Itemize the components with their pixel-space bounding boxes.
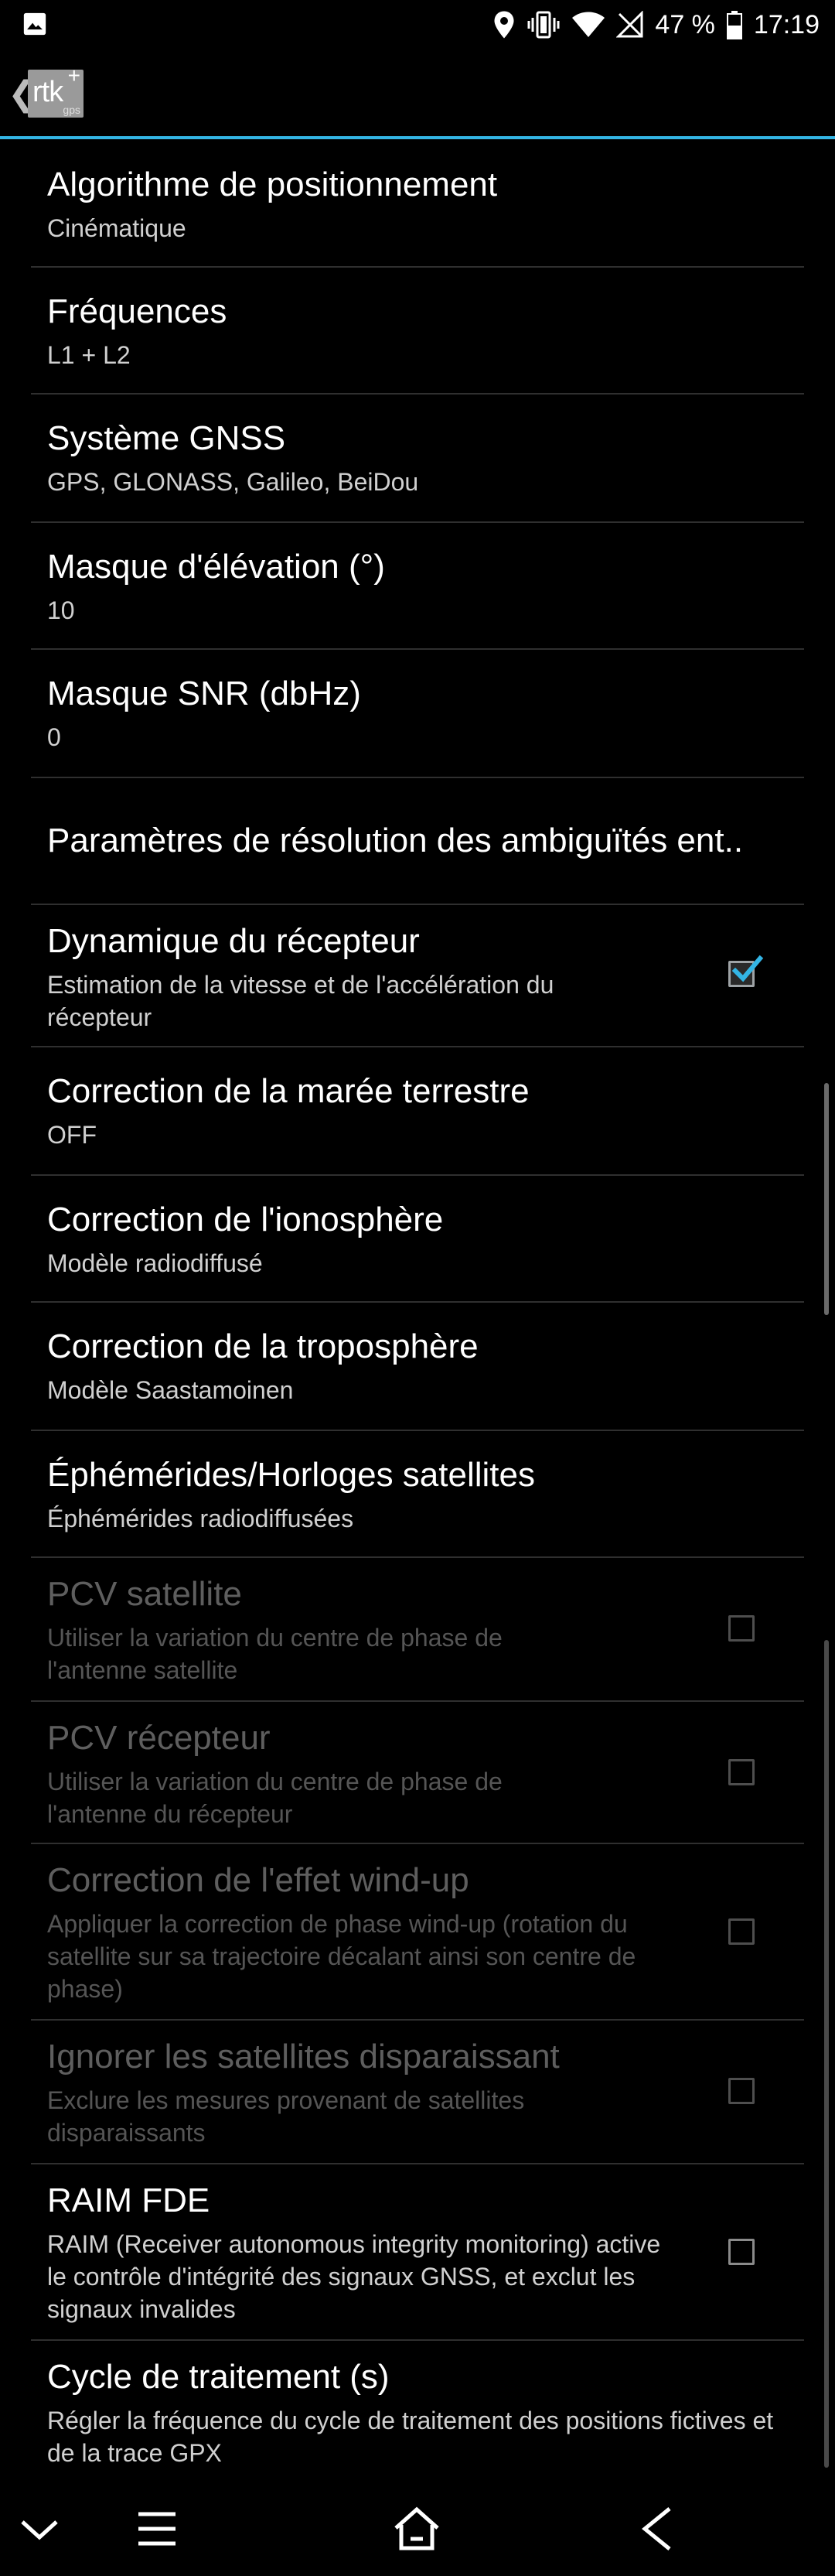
ignore-satellites-checkbox — [728, 2078, 755, 2104]
collapse-nav-button[interactable] — [12, 2502, 66, 2556]
logo-plus: + — [67, 63, 80, 87]
setting-title: Dynamique du récepteur — [47, 922, 420, 960]
image-icon — [23, 12, 46, 36]
setting-subtitle: Appliquer la correction de phase wind-up… — [47, 1910, 636, 2003]
scrollbar[interactable] — [824, 1083, 829, 1315]
setting-elevation-mask[interactable]: Masque d'élévation (°) 10 — [31, 523, 804, 650]
status-bar: 47 % 17:19 — [0, 0, 835, 50]
wifi-icon — [572, 12, 605, 37]
navigation-bar — [0, 2480, 835, 2576]
setting-subtitle: OFF — [47, 1121, 97, 1149]
setting-pcv-satellite: PCV satellite Utiliser la variation du c… — [31, 1558, 804, 1702]
setting-subtitle: Cinématique — [47, 214, 186, 242]
checkmark-icon — [731, 955, 764, 982]
clock: 17:19 — [753, 9, 820, 39]
chevron-down-icon — [21, 2520, 58, 2540]
battery-icon — [726, 11, 742, 39]
back-icon — [642, 2507, 671, 2550]
setting-subtitle: Modèle radiodiffusé — [47, 1249, 263, 1277]
setting-ignore-satellites: Ignorer les satellites disparaissant Exc… — [31, 2021, 804, 2164]
home-button[interactable] — [390, 2502, 444, 2556]
setting-title: Correction de l'effet wind-up — [47, 1861, 469, 1899]
setting-raim-fde[interactable]: RAIM FDE RAIM (Receiver autonomous integ… — [31, 2164, 804, 2341]
setting-title: Masque SNR (dbHz) — [47, 675, 361, 712]
setting-subtitle: Modèle Saastamoinen — [47, 1376, 294, 1404]
settings-list: Algorithme de positionnement Cinématique… — [0, 139, 835, 2480]
setting-subtitle: RAIM (Receiver autonomous integrity moni… — [47, 2230, 661, 2323]
setting-positioning-algorithm[interactable]: Algorithme de positionnement Cinématique — [31, 139, 804, 268]
setting-title: Correction de la troposphère — [47, 1327, 479, 1365]
setting-subtitle: Exclure les mesures provenant de satelli… — [47, 2086, 525, 2147]
no-sim-icon — [616, 11, 643, 38]
raim-fde-checkbox[interactable] — [728, 2239, 755, 2265]
pcv-receiver-checkbox — [728, 1759, 755, 1785]
setting-title: Éphémérides/Horloges satellites — [47, 1456, 535, 1494]
setting-title: Cycle de traitement (s) — [47, 2358, 390, 2396]
setting-title: Correction de la marée terrestre — [47, 1072, 530, 1110]
setting-subtitle: Utiliser la variation du centre de phase… — [47, 1768, 503, 1828]
setting-title: Ignorer les satellites disparaissant — [47, 2038, 560, 2075]
setting-troposphere[interactable]: Correction de la troposphère Modèle Saas… — [31, 1303, 804, 1431]
setting-title: Correction de l'ionosphère — [47, 1201, 444, 1238]
setting-title: Algorithme de positionnement — [47, 166, 498, 203]
setting-ephemeris[interactable]: Éphémérides/Horloges satellites Éphéméri… — [31, 1431, 804, 1558]
setting-title: PCV satellite — [47, 1575, 242, 1613]
setting-subtitle: Estimation de la vitesse et de l'accélér… — [47, 971, 554, 1031]
battery-percent: 47 % — [655, 9, 715, 39]
setting-title: PCV récepteur — [47, 1719, 271, 1757]
setting-processing-cycle[interactable]: Cycle de traitement (s) Régler la fréque… — [31, 2341, 804, 2480]
action-bar: ❮ rtk + gps — [0, 50, 835, 139]
setting-gnss-system[interactable]: Système GNSS GPS, GLONASS, Galileo, BeiD… — [31, 395, 804, 523]
location-icon — [494, 11, 514, 39]
setting-title: Paramètres de résolution des ambiguïtés … — [47, 822, 744, 859]
setting-title: Fréquences — [47, 292, 227, 330]
vibrate-icon — [527, 11, 560, 39]
home-icon — [394, 2506, 439, 2550]
setting-frequencies[interactable]: Fréquences L1 + L2 — [31, 268, 804, 395]
scrollbar-track — [824, 1640, 829, 2468]
menu-icon — [138, 2512, 176, 2546]
setting-pcv-receiver: PCV récepteur Utiliser la variation du c… — [31, 1702, 804, 1844]
setting-title: RAIM FDE — [47, 2181, 210, 2219]
setting-subtitle: 0 — [47, 723, 61, 751]
setting-snr-mask[interactable]: Masque SNR (dbHz) 0 — [31, 650, 804, 778]
receiver-dynamics-checkbox[interactable] — [728, 955, 764, 987]
setting-ambiguity-resolution[interactable]: Paramètres de résolution des ambiguïtés … — [31, 778, 804, 905]
logo-text: rtk — [32, 76, 63, 108]
wind-up-checkbox — [728, 1918, 755, 1945]
menu-button[interactable] — [130, 2502, 184, 2556]
setting-subtitle: 10 — [47, 596, 75, 624]
setting-wind-up: Correction de l'effet wind-up Appliquer … — [31, 1844, 804, 2021]
setting-title: Système GNSS — [47, 419, 286, 457]
logo-sub: gps — [63, 104, 80, 116]
setting-subtitle: GPS, GLONASS, Galileo, BeiDou — [47, 468, 419, 496]
pcv-satellite-checkbox — [728, 1615, 755, 1642]
setting-title: Masque d'élévation (°) — [47, 548, 385, 586]
app-logo[interactable]: rtk + gps — [28, 63, 84, 118]
setting-subtitle: Utiliser la variation du centre de phase… — [47, 1624, 503, 1684]
setting-earth-tide[interactable]: Correction de la marée terrestre OFF — [31, 1047, 804, 1176]
setting-subtitle: L1 + L2 — [47, 341, 131, 369]
setting-subtitle: Régler la fréquence du cycle de traiteme… — [47, 2407, 774, 2467]
setting-subtitle: Éphémérides radiodiffusées — [47, 1505, 354, 1532]
setting-ionosphere[interactable]: Correction de l'ionosphère Modèle radiod… — [31, 1176, 804, 1303]
setting-receiver-dynamics[interactable]: Dynamique du récepteur Estimation de la … — [31, 905, 804, 1047]
back-button[interactable] — [629, 2502, 683, 2556]
